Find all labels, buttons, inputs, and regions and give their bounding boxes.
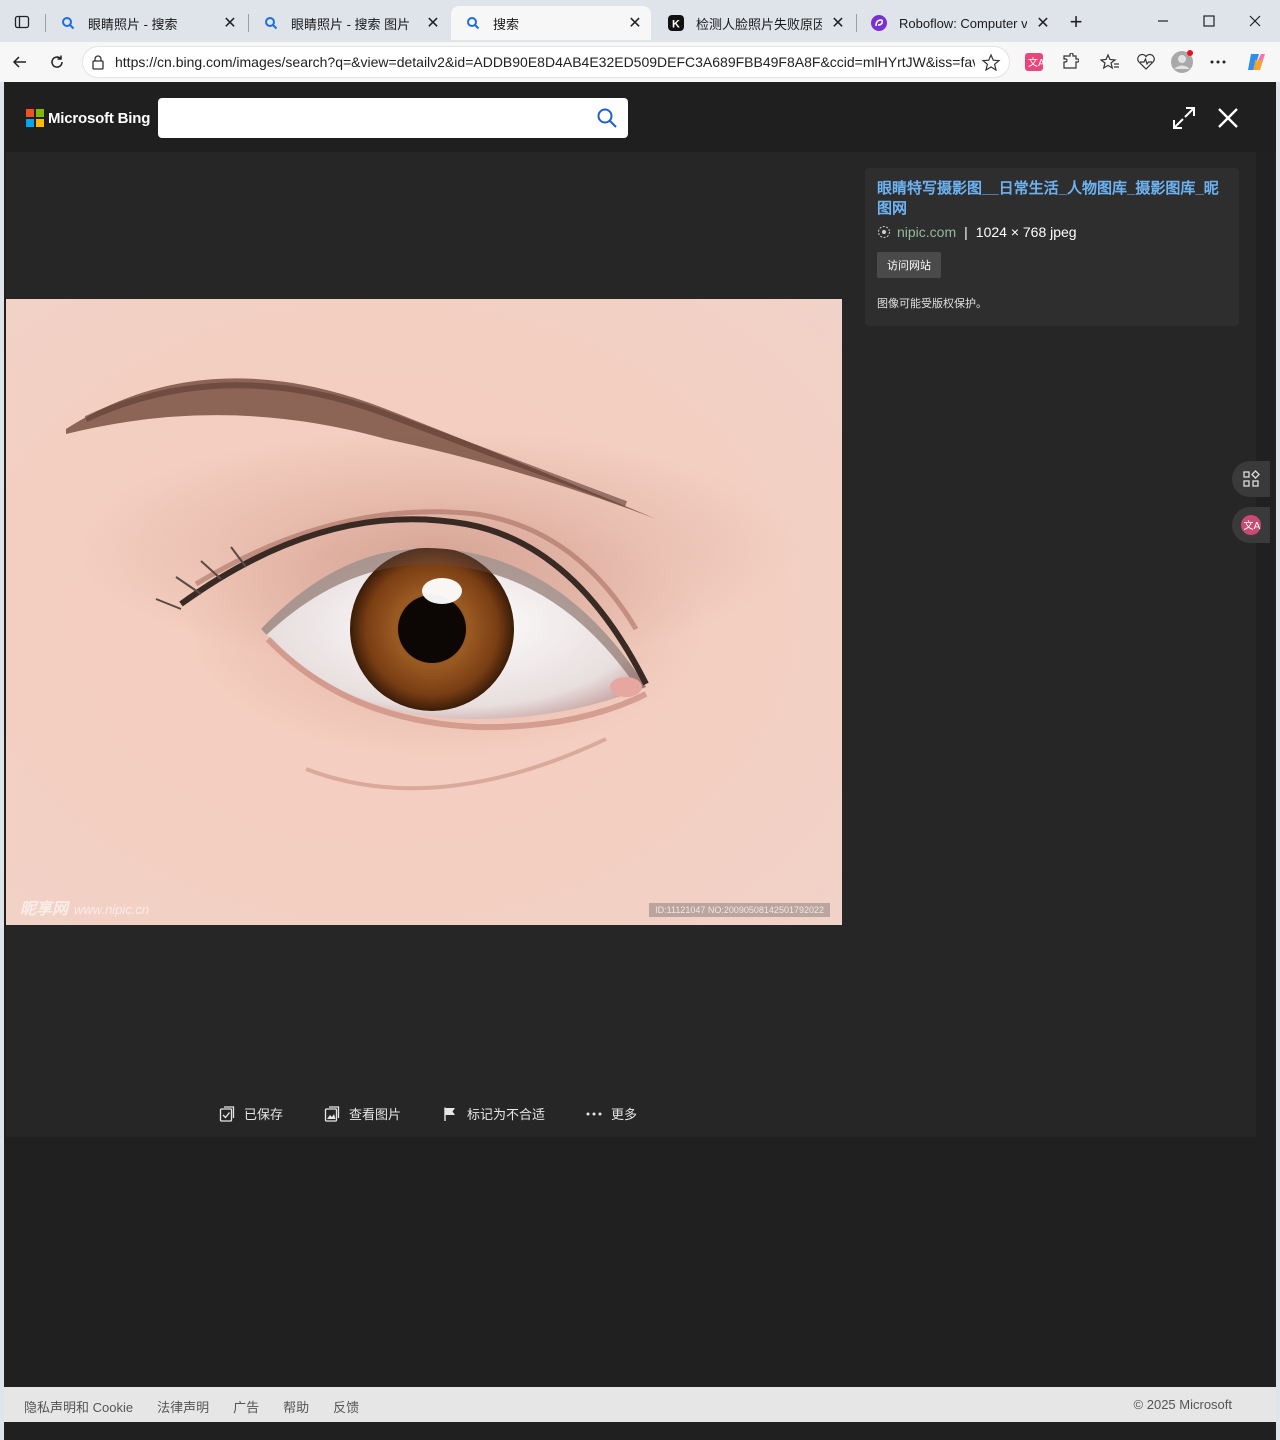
profile-avatar-icon[interactable] xyxy=(1170,50,1194,74)
maximize-button[interactable] xyxy=(1186,6,1232,36)
saved-label: 已保存 xyxy=(244,1107,284,1122)
tab-actions-icon[interactable] xyxy=(8,8,36,36)
eye-photo[interactable]: 昵享网 www.nipic.cn ID:11121047 NO:200905081… xyxy=(6,299,842,925)
svg-text:文A: 文A xyxy=(1244,519,1261,532)
tab-title: 眼睛照片 - 搜索 图片 xyxy=(291,16,411,32)
bing-header: Microsoft Bing xyxy=(6,82,1276,152)
tab-4[interactable]: K 检测人脸照片失败原因排查 ✕ xyxy=(654,6,854,40)
translate-icon: 文A xyxy=(1241,515,1261,535)
lock-icon[interactable] xyxy=(91,54,107,70)
more-label: 更多 xyxy=(611,1107,638,1122)
footer-ads-link[interactable]: 广告 xyxy=(233,1397,259,1416)
translate-extension-icon[interactable]: 文A xyxy=(1022,50,1046,74)
tab-3-active[interactable]: 搜索 ✕ xyxy=(451,6,651,40)
browser-window: 眼睛照片 - 搜索 ✕ 眼睛照片 - 搜索 图片 ✕ 搜索 ✕ K 检测人脸照片… xyxy=(0,0,1280,1440)
tab-2[interactable]: 眼睛照片 - 搜索 图片 ✕ xyxy=(249,6,449,40)
close-icon[interactable]: ✕ xyxy=(828,13,848,33)
watermark-brand: 昵享网 xyxy=(20,901,69,918)
tab-title: 眼睛照片 - 搜索 xyxy=(88,16,178,32)
new-tab-button[interactable]: + xyxy=(1064,9,1088,34)
close-icon[interactable]: ✕ xyxy=(1033,13,1053,33)
tab-title: Roboflow: Computer vision xyxy=(899,15,1027,31)
close-overlay-icon[interactable] xyxy=(1214,104,1242,132)
tab-title: 搜索 xyxy=(493,16,520,32)
microsoft-logo-icon xyxy=(26,109,44,127)
svg-text:文A: 文A xyxy=(1028,56,1043,69)
tab-title: 检测人脸照片失败原因排查 xyxy=(696,16,822,32)
flag-inappropriate-button[interactable]: 标记为不合适 xyxy=(441,1104,545,1123)
bing-search-icon xyxy=(263,15,279,31)
refresh-button[interactable] xyxy=(43,48,71,76)
image-dimensions: 1024 × 768 jpeg xyxy=(975,224,1077,240)
visit-website-button[interactable]: 访问网站 xyxy=(877,252,941,278)
browser-essentials-icon[interactable] xyxy=(1134,50,1158,74)
roboflow-icon xyxy=(871,15,887,31)
tab-strip: 眼睛照片 - 搜索 ✕ 眼睛照片 - 搜索 图片 ✕ 搜索 ✕ K 检测人脸照片… xyxy=(0,0,1280,42)
footer-feedback-link[interactable]: 反馈 xyxy=(333,1397,359,1416)
window-close-button[interactable] xyxy=(1232,6,1278,36)
image-detail-overlay: Microsoft Bing 昵享网 www.nipic.cn ID:11121… xyxy=(6,82,1276,1137)
side-apps-button[interactable] xyxy=(1232,461,1270,497)
minimize-button[interactable] xyxy=(1140,6,1186,36)
globe-icon xyxy=(877,225,891,239)
search-icon[interactable] xyxy=(596,107,618,129)
address-bar[interactable]: https://cn.bing.com/images/search?q=&vie… xyxy=(82,46,1010,78)
saved-icon xyxy=(218,1105,236,1123)
favorites-icon[interactable] xyxy=(1098,50,1122,74)
view-image-icon xyxy=(323,1105,341,1123)
copyright-note: 图像可能受版权保护。 xyxy=(877,298,987,310)
tab-1[interactable]: 眼睛照片 - 搜索 ✕ xyxy=(46,6,246,40)
footer-copyright: © 2025 Microsoft xyxy=(1133,1397,1232,1412)
url-text[interactable]: https://cn.bing.com/images/search?q=&vie… xyxy=(115,54,975,70)
footer-help-link[interactable]: 帮助 xyxy=(283,1397,309,1416)
close-icon[interactable]: ✕ xyxy=(625,13,645,33)
view-image-button[interactable]: 查看图片 xyxy=(323,1104,401,1123)
favorite-star-icon[interactable] xyxy=(981,53,1001,73)
k-logo-icon: K xyxy=(668,15,684,31)
source-domain-link[interactable]: nipic.com xyxy=(897,224,956,240)
more-button[interactable]: 更多 xyxy=(585,1104,637,1123)
saved-button[interactable]: 已保存 xyxy=(218,1104,283,1123)
image-meta: nipic.com | 1024 × 768 jpeg xyxy=(877,224,1077,240)
search-box xyxy=(158,98,628,138)
flag-label: 标记为不合适 xyxy=(467,1107,546,1122)
svg-text:K: K xyxy=(672,19,680,31)
view-image-label: 查看图片 xyxy=(349,1107,402,1122)
page-viewport: Microsoft Bing 昵享网 www.nipic.cn ID:11121… xyxy=(4,82,1276,1440)
close-icon[interactable]: ✕ xyxy=(220,13,240,33)
side-translate-button[interactable]: 文A xyxy=(1232,507,1270,543)
close-icon[interactable]: ✕ xyxy=(423,13,443,33)
image-action-bar: 已保存 查看图片 标记为不合适 更多 xyxy=(218,1104,677,1123)
copilot-icon[interactable] xyxy=(1244,50,1268,74)
brand-name: Microsoft Bing xyxy=(48,109,151,127)
footer-legal-link[interactable]: 法律声明 xyxy=(157,1397,209,1416)
expand-icon[interactable] xyxy=(1170,104,1198,132)
image-title-link[interactable]: 眼睛特写摄影图__日常生活_人物图库_摄影图库_昵图网 xyxy=(877,179,1229,219)
tab-5[interactable]: Roboflow: Computer vision ✕ xyxy=(857,6,1059,40)
microsoft-bing-logo[interactable]: Microsoft Bing xyxy=(26,109,150,127)
bing-search-icon xyxy=(465,15,481,31)
settings-more-icon[interactable] xyxy=(1206,50,1230,74)
back-button[interactable] xyxy=(6,48,34,76)
bing-search-icon xyxy=(60,15,76,31)
footer-privacy-link[interactable]: 隐私声明和 Cookie xyxy=(24,1397,133,1416)
watermark-left: 昵享网 www.nipic.cn xyxy=(20,895,149,919)
watermark-id: ID:11121047 NO:20090508142501792022 xyxy=(649,903,830,917)
apps-grid-icon xyxy=(1243,470,1260,487)
browser-toolbar: https://cn.bing.com/images/search?q=&vie… xyxy=(0,42,1280,82)
image-area: 昵享网 www.nipic.cn ID:11121047 NO:200905081… xyxy=(6,152,844,1137)
search-input[interactable] xyxy=(168,106,578,130)
page-footer: 隐私声明和 Cookie 法律声明 广告 帮助 反馈 © 2025 Micros… xyxy=(4,1387,1276,1422)
watermark-url: www.nipic.cn xyxy=(74,902,150,917)
extensions-icon[interactable] xyxy=(1058,50,1082,74)
image-info-panel: 眼睛特写摄影图__日常生活_人物图库_摄影图库_昵图网 nipic.com | … xyxy=(865,168,1239,326)
flag-icon xyxy=(441,1105,459,1123)
more-icon xyxy=(585,1105,603,1123)
meta-separator: | xyxy=(964,224,968,240)
